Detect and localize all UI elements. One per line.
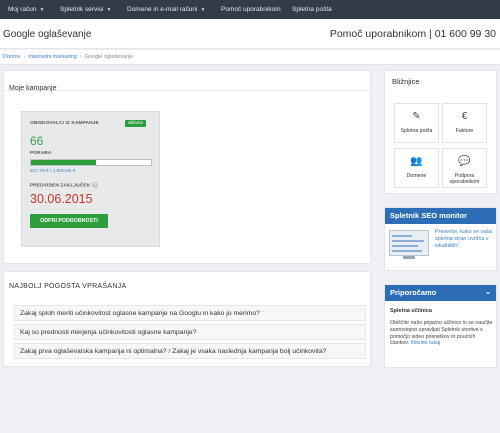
chevron-down-icon: ▼ — [200, 7, 206, 13]
support-phone: Pomoč uporabnikom | 01 600 99 30 — [329, 28, 496, 40]
breadcrumb: Domov › Internetni marketing › Google oglaše… — [0, 50, 500, 65]
breadcrumb-current: Google oglaševanje — [84, 54, 134, 60]
faq-panel: NAJBOLJ POGOSTA VPRAŠANJA Zakaj sploh me… — [3, 271, 371, 367]
recommend-link[interactable]: Kliknite tukaj — [411, 340, 441, 346]
nav-item-label: Moj račun — [8, 6, 37, 13]
recommend-text: Obiščite našo prijazno učilnico in se na… — [390, 320, 495, 347]
shortcut-domains[interactable]: 👥 Domene — [394, 148, 439, 188]
breadcrumb-home[interactable]: Domov — [3, 54, 20, 60]
recommend-title: Priporočamo — [390, 288, 437, 297]
faq-list: Zakaj sploh meriti učinkovitost oglasne … — [14, 305, 366, 362]
nav-item-label: Spletna pošta — [292, 6, 332, 13]
recommend-subtitle: Spletna učilnica — [390, 308, 432, 314]
chevron-down-icon: ▼ — [106, 7, 112, 13]
visitors-label: OBISKOVALCI IZ KAMPANJE — [30, 121, 99, 126]
nav-item-services[interactable]: Spletnik servisi ▼ — [60, 0, 111, 19]
top-navigation: Moj račun ▼ Spletnik servisi ▼ Domene in e… — [0, 0, 500, 19]
shortcuts-panel: Bližnjice ✎ Spletna pošta € Fakture 👥 Do… — [384, 70, 497, 194]
visitors-count: 66 — [30, 134, 44, 148]
shortcut-label: Spletna pošta — [400, 128, 433, 134]
nav-item-support[interactable]: Pomoč uporabnikom — [221, 0, 281, 19]
shortcut-webmail[interactable]: ✎ Spletna pošta — [394, 103, 439, 143]
seo-monitor-title: Spletnik SEO monitor — [385, 208, 496, 224]
faq-title: NAJBOLJ POGOSTA VPRAŠANJA — [9, 283, 127, 290]
nav-item-label: Domene in e-mail računi — [127, 6, 198, 13]
campaigns-header: Moje kampanje — [4, 71, 370, 92]
recommend-description: Obiščite našo prijazno učilnico in se na… — [390, 320, 493, 347]
nav-item-domains[interactable]: Domene in e-mail računi ▼ — [127, 0, 205, 19]
faq-item[interactable]: Zakaj prva oglaševalska kampanja ni opti… — [14, 343, 366, 359]
seo-monitor-link[interactable]: Preverite, kako se vaša spletna stran uv… — [435, 229, 497, 250]
end-date-label: PREDVIDEN ZAKLJUČEK? — [30, 182, 99, 189]
recommend-panel: Priporočamo ⌄ Spletna učilnica Obiščite … — [384, 284, 497, 368]
edit-icon: ✎ — [412, 111, 421, 122]
budget-text: 817,79 € / 1.500,00 € — [30, 169, 76, 174]
nav-item-webmail[interactable]: Spletna pošta — [292, 0, 332, 19]
nav-item-account[interactable]: Moj račun ▼ — [8, 0, 45, 19]
usage-progress-fill — [31, 160, 97, 165]
faq-item[interactable]: Zakaj sploh meriti učinkovitost oglasne … — [14, 305, 366, 321]
recommend-header[interactable]: Priporočamo ⌄ — [385, 285, 496, 301]
campaigns-title: Moje kampanje — [9, 85, 57, 92]
faq-item[interactable]: Kaj so prednosti merjenja učinkovitosti … — [14, 324, 366, 340]
shortcut-label: Fakture — [455, 128, 474, 134]
shortcut-label: Podpora uporabnikom — [449, 173, 480, 185]
chevron-down-icon: ▼ — [39, 7, 45, 13]
status-badge: aktivno — [125, 120, 147, 127]
shortcut-support[interactable]: 💬 Podpora uporabnikom — [442, 148, 487, 188]
campaigns-panel: Moje kampanje OBISKOVALCI IZ KAMPANJE ak… — [3, 70, 371, 264]
users-icon: 👥 — [410, 156, 423, 167]
usage-label: PORABA — [30, 151, 52, 156]
breadcrumb-separator: › — [23, 54, 26, 60]
chevron-down-icon: ⌄ — [485, 289, 491, 296]
open-details-button[interactable]: ODPRI PODROBNOSTI — [30, 214, 108, 228]
breadcrumb-separator: › — [79, 54, 82, 60]
nav-item-label: Pomoč uporabnikom — [221, 6, 281, 13]
seo-monitor-panel[interactable]: Spletnik SEO monitor Preverite, kako se … — [384, 207, 497, 271]
help-icon[interactable]: ? — [92, 182, 99, 188]
euro-icon: € — [461, 111, 468, 122]
page-title: Google oglaševanje — [3, 29, 92, 40]
chat-icon: 💬 — [458, 156, 471, 167]
shortcut-invoices[interactable]: € Fakture — [442, 103, 487, 143]
monitor-icon — [389, 230, 429, 256]
page-header: Google oglaševanje Pomoč uporabnikom | 0… — [0, 19, 500, 49]
campaign-card: OBISKOVALCI IZ KAMPANJE aktivno 66 PORAB… — [21, 111, 160, 247]
usage-progress-bar — [30, 159, 152, 166]
end-date: 30.06.2015 — [30, 192, 93, 206]
nav-item-label: Spletnik servisi — [60, 6, 104, 13]
monitor-stand — [403, 256, 415, 259]
end-date-label-text: PREDVIDEN ZAKLJUČEK — [30, 183, 91, 189]
shortcuts-title: Bližnjice — [392, 77, 420, 86]
breadcrumb-internet-marketing[interactable]: Internetni marketing — [28, 54, 77, 60]
shortcut-label: Domene — [406, 173, 427, 179]
